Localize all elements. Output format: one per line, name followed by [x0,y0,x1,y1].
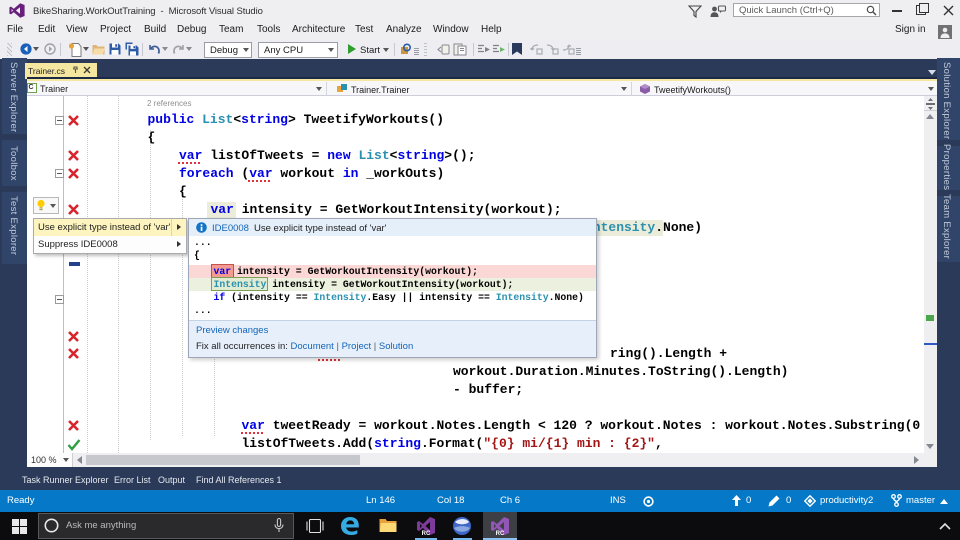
svg-text:RC: RC [496,531,505,536]
svg-text:RC: RC [422,531,431,536]
